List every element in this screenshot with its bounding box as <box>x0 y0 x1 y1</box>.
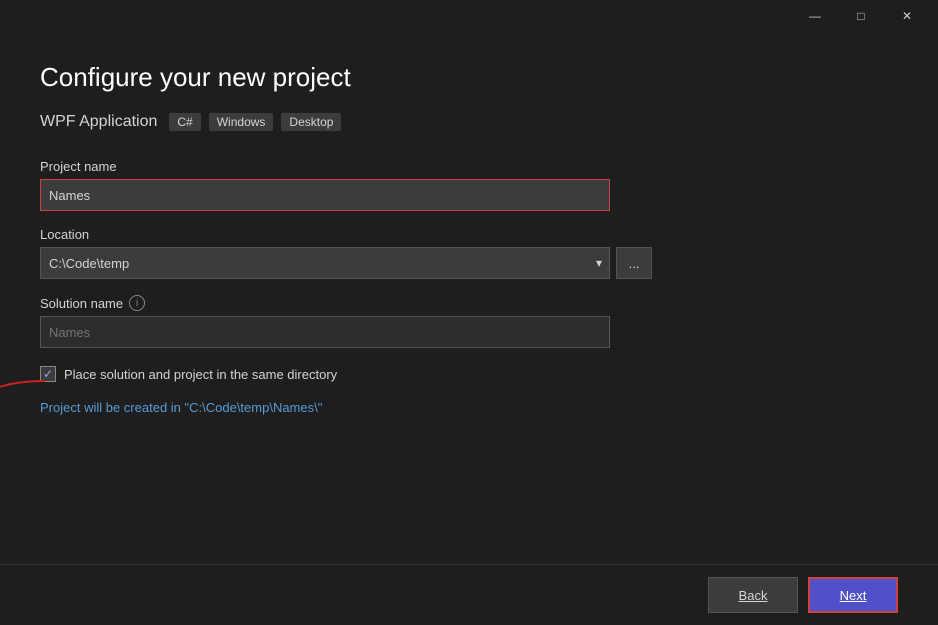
close-button[interactable]: ✕ <box>884 0 930 32</box>
location-row: C:\Code\temp ... <box>40 247 898 279</box>
location-select[interactable]: C:\Code\temp <box>40 247 610 279</box>
back-button[interactable]: Back <box>708 577 798 613</box>
same-directory-checkbox[interactable]: ✓ <box>40 366 56 382</box>
location-select-wrapper: C:\Code\temp <box>40 247 610 279</box>
tag-windows: Windows <box>209 113 274 131</box>
location-label: Location <box>40 227 898 242</box>
main-content: Configure your new project WPF Applicati… <box>0 32 938 564</box>
project-path-text: Project will be created in "C:\Code\temp… <box>40 400 898 415</box>
back-label: Back <box>739 588 768 603</box>
page-title: Configure your new project <box>40 62 898 93</box>
minimize-button[interactable]: — <box>792 0 838 32</box>
tag-desktop: Desktop <box>281 113 341 131</box>
tag-csharp: C# <box>169 113 200 131</box>
same-directory-label: Place solution and project in the same d… <box>64 367 337 382</box>
maximize-button[interactable]: □ <box>838 0 884 32</box>
title-bar-controls: — □ ✕ <box>792 0 930 32</box>
title-bar: — □ ✕ <box>0 0 938 32</box>
project-type-row: WPF Application C# Windows Desktop <box>40 113 898 131</box>
project-name-input[interactable] <box>40 179 610 211</box>
checkmark-icon: ✓ <box>43 368 53 380</box>
next-button[interactable]: Next <box>808 577 898 613</box>
project-type-label: WPF Application <box>40 113 157 131</box>
project-name-label: Project name <box>40 159 898 174</box>
checkbox-wrapper: ✓ Place solution and project in the same… <box>40 366 337 382</box>
solution-name-label: Solution name <box>40 296 123 311</box>
solution-name-input[interactable] <box>40 316 610 348</box>
configure-project-window: — □ ✕ Configure your new project WPF App… <box>0 0 938 625</box>
info-icon: i <box>129 295 145 311</box>
browse-button[interactable]: ... <box>616 247 652 279</box>
next-label: Next <box>840 588 867 603</box>
form-section: Project name Location C:\Code\temp ... S… <box>40 159 898 415</box>
solution-name-label-row: Solution name i <box>40 295 898 311</box>
checkbox-row: ✓ Place solution and project in the same… <box>40 366 898 382</box>
bottom-bar: Back Next <box>0 564 938 625</box>
